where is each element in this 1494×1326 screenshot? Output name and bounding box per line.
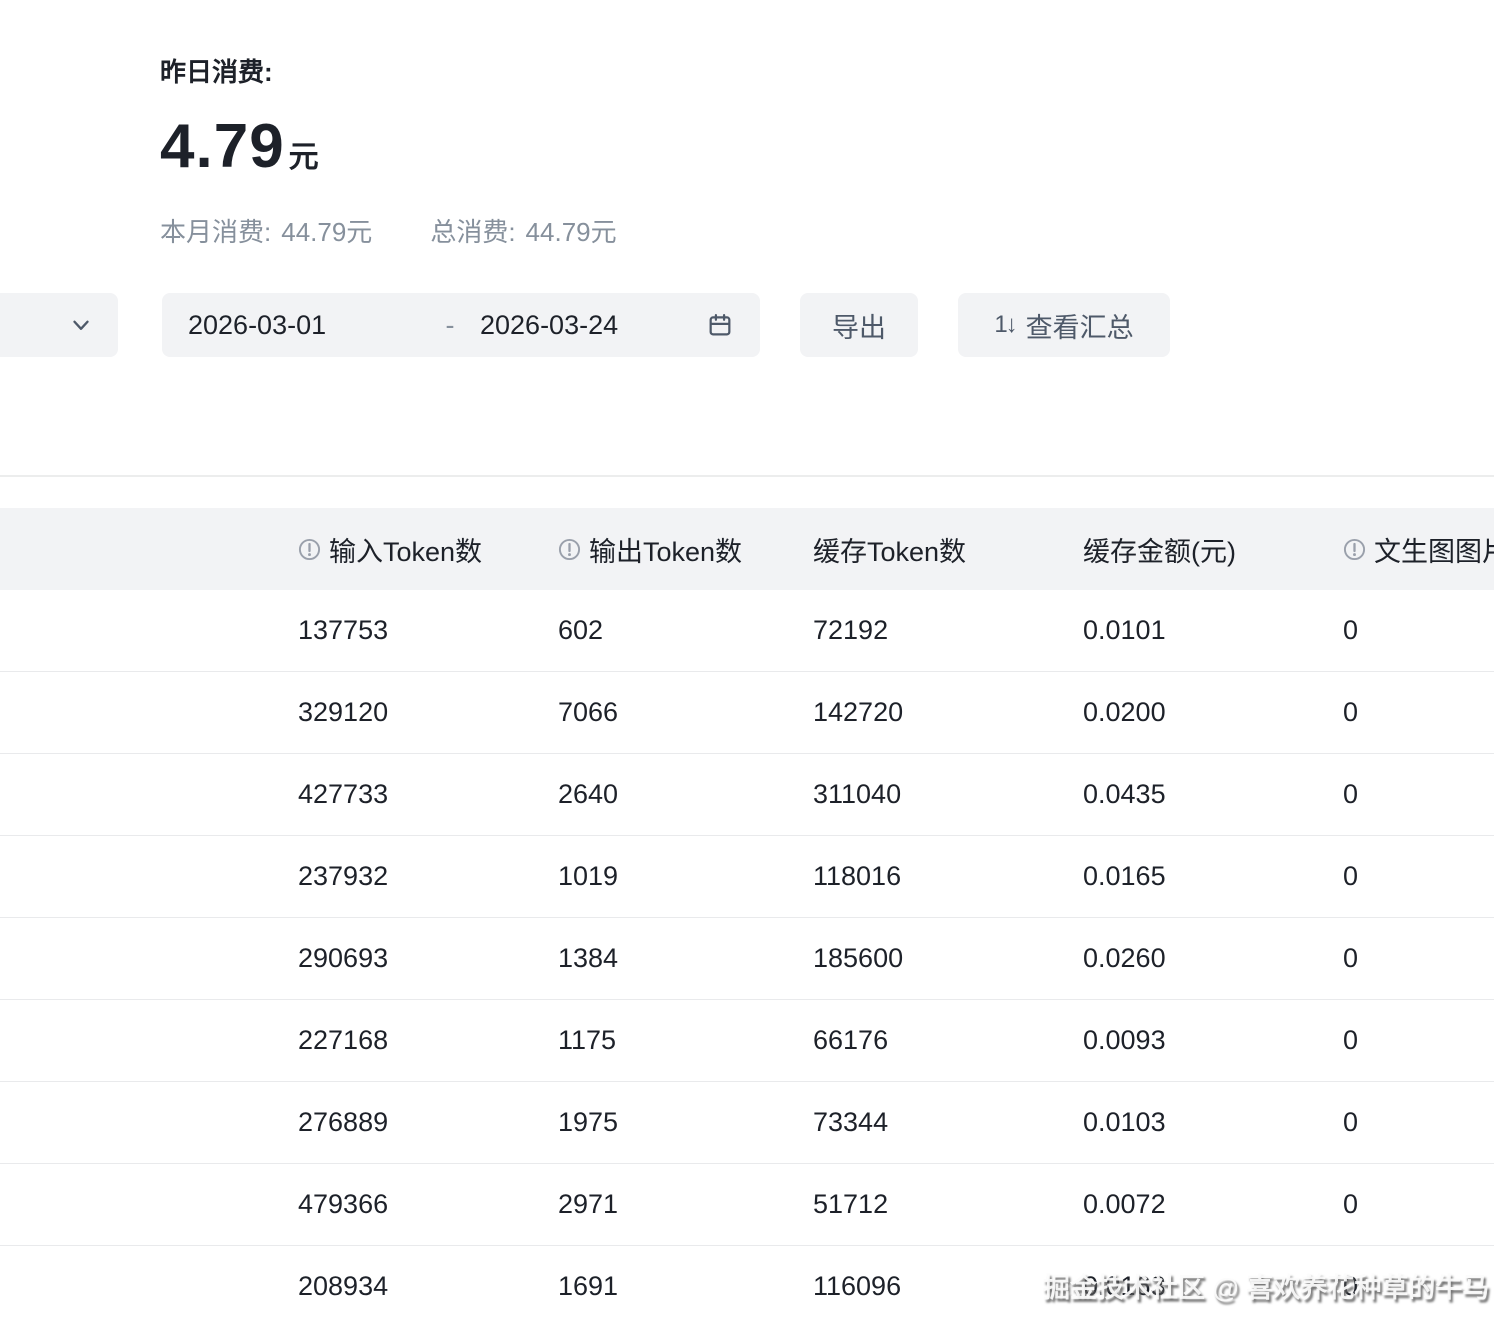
table-row: 290693 1384 185600 0.0260 0	[0, 918, 1494, 1000]
cell-output-tokens: 1019	[530, 861, 785, 892]
header-cell-t2i-images: 文生图图片	[1315, 530, 1494, 569]
total-consumption: 总消费: 44.79元	[430, 212, 616, 249]
chevron-down-icon	[68, 312, 94, 338]
yesterday-consumption-value: 4.79 元	[160, 111, 617, 182]
stats-sub-row: 本月消费: 44.79元 总消费: 44.79元	[160, 212, 617, 249]
cell-t2i-images: 0	[1315, 615, 1494, 646]
cell-input-tokens: 227168	[270, 1025, 530, 1056]
table-row: 479366 2971 51712 0.0072 0	[0, 1164, 1494, 1246]
numeric-sort-icon: 1↓	[994, 311, 1015, 339]
cell-cache-tokens: 185600	[785, 943, 1055, 974]
table-body: 137753 602 72192 0.0101 0 329120 7066 14…	[0, 590, 1494, 1326]
cell-input-tokens: 427733	[270, 779, 530, 810]
cell-cache-amount: 0.0165	[1055, 861, 1315, 892]
date-range-picker[interactable]: 2026-03-01 - 2026-03-24	[162, 293, 760, 357]
view-summary-label: 查看汇总	[1026, 306, 1134, 345]
cell-t2i-images: 0	[1315, 1189, 1494, 1220]
calendar-icon[interactable]	[706, 311, 734, 339]
header-label: 输出Token数	[589, 530, 742, 569]
total-consumption-value: 44.79元	[526, 212, 617, 249]
date-end-input[interactable]: 2026-03-24	[480, 310, 706, 341]
cell-cache-amount: 0.0103	[1055, 1107, 1315, 1138]
cell-output-tokens: 2971	[530, 1189, 785, 1220]
date-start-input[interactable]: 2026-03-01	[188, 310, 420, 341]
header-label: 输入Token数	[329, 530, 482, 569]
billing-usage-page: 昨日消费: 4.79 元 本月消费: 44.79元 总消费: 44.79元 20…	[0, 0, 1494, 1326]
info-icon[interactable]	[298, 538, 321, 561]
cell-output-tokens: 602	[530, 615, 785, 646]
cell-t2i-images: 0	[1315, 779, 1494, 810]
cell-input-tokens: 276889	[270, 1107, 530, 1138]
usage-table: 输入Token数 输出Token数 缓存Token数 缓存金额(元) 文生图图片	[0, 508, 1494, 1326]
cell-output-tokens: 2640	[530, 779, 785, 810]
header-cell-input-tokens: 输入Token数	[270, 530, 530, 569]
cell-t2i-images: 0	[1315, 943, 1494, 974]
table-row: 237932 1019 118016 0.0165 0	[0, 836, 1494, 918]
cell-input-tokens: 208934	[270, 1271, 530, 1302]
cell-cache-tokens: 118016	[785, 861, 1055, 892]
cell-cache-amount: 0.0435	[1055, 779, 1315, 810]
yesterday-consumption-label: 昨日消费:	[160, 52, 617, 89]
header-cell-cache-tokens: 缓存Token数	[785, 530, 1055, 569]
cell-t2i-images: 0	[1315, 861, 1494, 892]
cell-input-tokens: 329120	[270, 697, 530, 728]
cell-t2i-images: 0	[1315, 1107, 1494, 1138]
yesterday-amount: 4.79	[160, 111, 285, 182]
info-icon[interactable]	[1343, 538, 1366, 561]
table-row: 427733 2640 311040 0.0435 0	[0, 754, 1494, 836]
cell-output-tokens: 1975	[530, 1107, 785, 1138]
table-row: 276889 1975 73344 0.0103 0	[0, 1082, 1494, 1164]
header-label: 文生图图片	[1374, 530, 1494, 569]
header-label: 缓存Token数	[813, 530, 966, 569]
total-consumption-label: 总消费:	[430, 212, 515, 249]
cell-t2i-images: 0	[1315, 697, 1494, 728]
month-consumption: 本月消费: 44.79元	[160, 212, 372, 249]
table-header-row: 输入Token数 输出Token数 缓存Token数 缓存金额(元) 文生图图片	[0, 508, 1494, 590]
cell-cache-tokens: 66176	[785, 1025, 1055, 1056]
consumption-stats: 昨日消费: 4.79 元 本月消费: 44.79元 总消费: 44.79元	[160, 52, 617, 249]
cell-t2i-images: 0	[1315, 1025, 1494, 1056]
month-consumption-label: 本月消费:	[160, 212, 271, 249]
cell-output-tokens: 7066	[530, 697, 785, 728]
view-summary-button[interactable]: 1↓ 查看汇总	[958, 293, 1170, 357]
cell-cache-amount: 0.0093	[1055, 1025, 1315, 1056]
cell-input-tokens: 290693	[270, 943, 530, 974]
table-row: 137753 602 72192 0.0101 0	[0, 590, 1494, 672]
filter-toolbar: 2026-03-01 - 2026-03-24 导出 1↓ 查看汇总	[0, 293, 1494, 357]
month-consumption-value: 44.79元	[281, 212, 372, 249]
cell-input-tokens: 137753	[270, 615, 530, 646]
cell-input-tokens: 479366	[270, 1189, 530, 1220]
cell-output-tokens: 1384	[530, 943, 785, 974]
cell-cache-tokens: 72192	[785, 615, 1055, 646]
header-cell-cache-amount: 缓存金额(元)	[1055, 530, 1315, 569]
cell-output-tokens: 1175	[530, 1025, 785, 1056]
cell-cache-tokens: 73344	[785, 1107, 1055, 1138]
header-cell-output-tokens: 输出Token数	[530, 530, 785, 569]
cell-cache-tokens: 142720	[785, 697, 1055, 728]
date-range-separator: -	[420, 310, 480, 341]
table-row: 329120 7066 142720 0.0200 0	[0, 672, 1494, 754]
cell-cache-amount: 0.0200	[1055, 697, 1315, 728]
table-row: 227168 1175 66176 0.0093 0	[0, 1000, 1494, 1082]
cell-cache-amount: 0.0260	[1055, 943, 1315, 974]
header-label: 缓存金额(元)	[1083, 530, 1236, 569]
cell-cache-tokens: 51712	[785, 1189, 1055, 1220]
section-divider	[0, 475, 1494, 477]
cell-cache-tokens: 116096	[785, 1271, 1055, 1302]
export-button[interactable]: 导出	[800, 293, 918, 357]
export-button-label: 导出	[832, 306, 886, 345]
info-icon[interactable]	[558, 538, 581, 561]
cell-cache-tokens: 311040	[785, 779, 1055, 810]
watermark-text: 掘金技术社区 @ 喜欢养花种草的牛马	[1043, 1266, 1489, 1305]
yesterday-unit: 元	[289, 132, 319, 176]
filter-select[interactable]	[0, 293, 118, 357]
cell-cache-amount: 0.0072	[1055, 1189, 1315, 1220]
cell-cache-amount: 0.0101	[1055, 615, 1315, 646]
cell-output-tokens: 1691	[530, 1271, 785, 1302]
cell-input-tokens: 237932	[270, 861, 530, 892]
